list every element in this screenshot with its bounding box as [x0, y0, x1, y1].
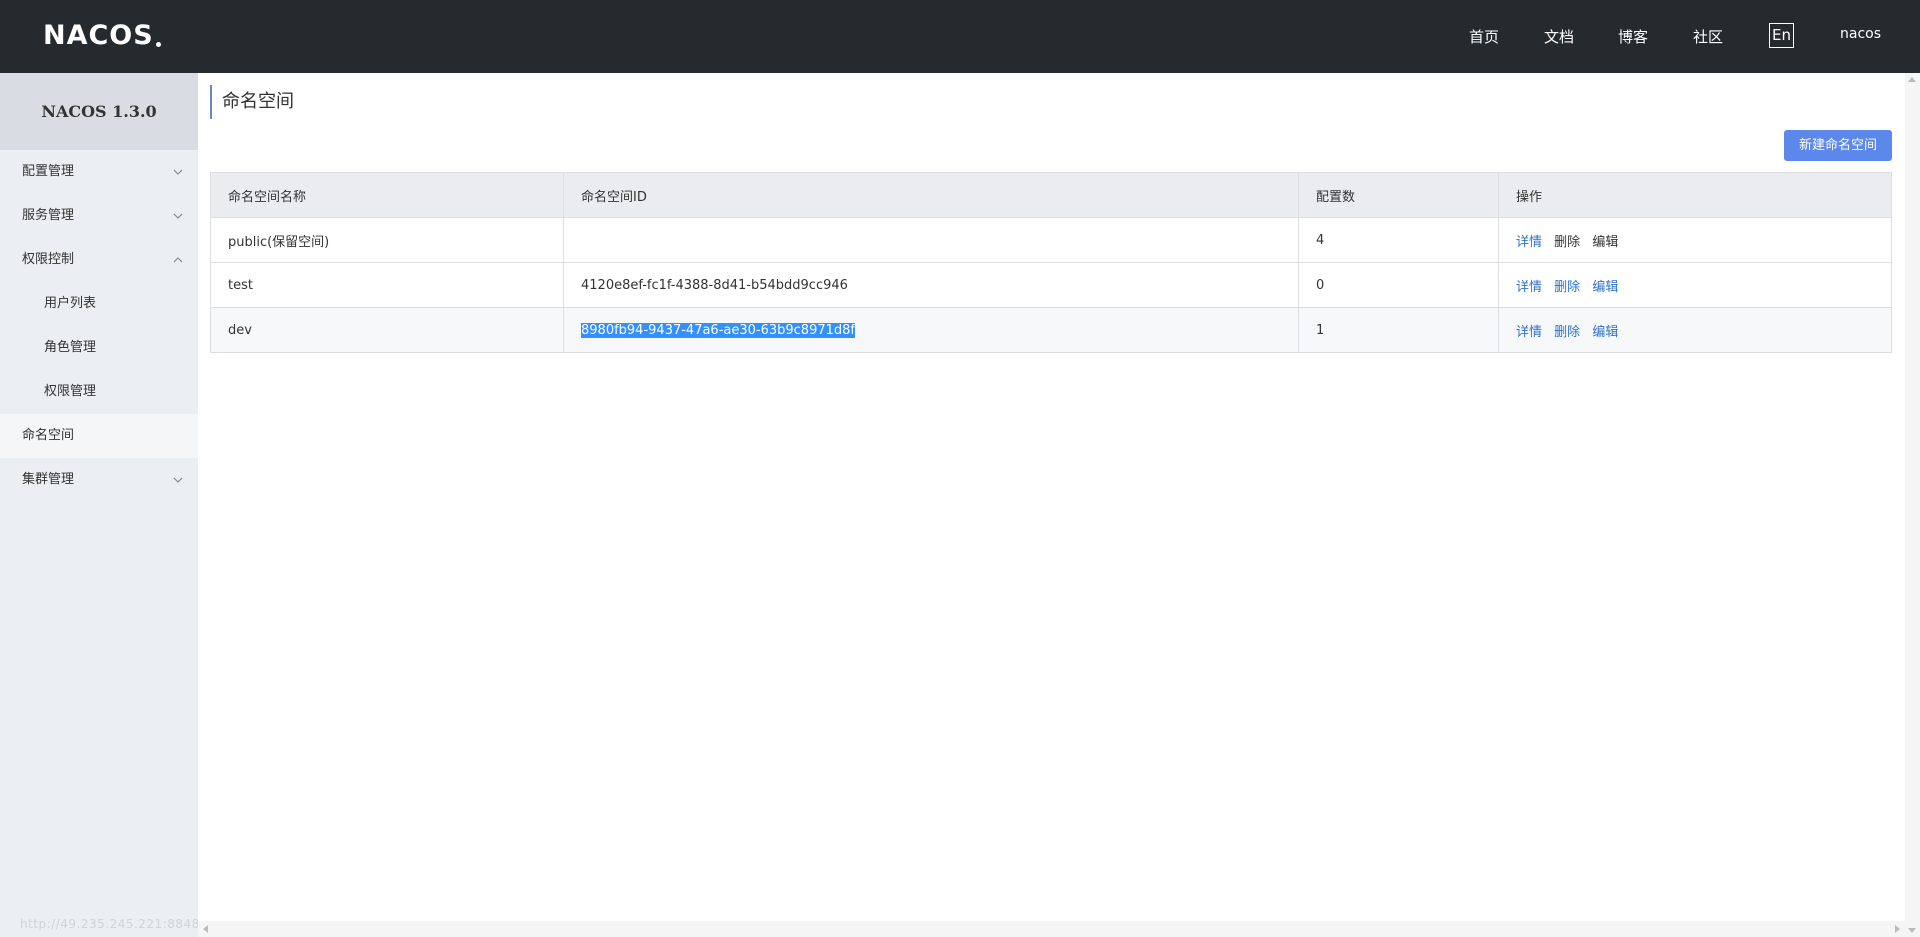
- nav-community[interactable]: 社区: [1693, 26, 1723, 47]
- scroll-up-arrow-icon[interactable]: [1908, 77, 1916, 82]
- sidebar-item-service-management[interactable]: 服务管理: [0, 194, 198, 238]
- namespace-name: public(保留空间): [210, 217, 564, 263]
- scroll-down-arrow-icon[interactable]: [1908, 928, 1916, 933]
- edit-link[interactable]: 编辑: [1592, 235, 1618, 250]
- namespace-id-cell: 8980fb94-9437-47a6-ae30-63b9c8971d8f: [563, 307, 1299, 353]
- chevron-down-icon: [170, 150, 186, 194]
- user-name[interactable]: nacos: [1840, 26, 1881, 42]
- chevron-up-icon: [170, 238, 186, 282]
- row-actions: 详情 删除 编辑: [1498, 262, 1892, 308]
- column-header-id: 命名空间ID: [563, 172, 1299, 218]
- sidebar-item-config-management[interactable]: 配置管理: [0, 150, 198, 194]
- sidebar-item-label: 用户列表: [44, 296, 97, 311]
- detail-link[interactable]: 详情: [1516, 235, 1542, 250]
- sidebar-item-cluster-management[interactable]: 集群管理: [0, 458, 198, 502]
- nav-blog[interactable]: 博客: [1618, 26, 1648, 47]
- config-count: 1: [1298, 307, 1499, 353]
- sidebar-item-label: 集群管理: [22, 472, 75, 487]
- config-count: 0: [1298, 262, 1499, 308]
- version-title: NACOS 1.3.0: [0, 73, 198, 150]
- edit-link[interactable]: 编辑: [1592, 325, 1618, 340]
- delete-link[interactable]: 删除: [1554, 280, 1580, 295]
- namespace-name: dev: [210, 307, 564, 353]
- language-toggle-button[interactable]: En: [1769, 23, 1794, 48]
- column-header-count: 配置数: [1298, 172, 1499, 218]
- table-row: dev 8980fb94-9437-47a6-ae30-63b9c8971d8f…: [210, 307, 1892, 353]
- delete-link[interactable]: 删除: [1554, 325, 1580, 340]
- delete-link[interactable]: 删除: [1554, 235, 1580, 250]
- vertical-scrollbar[interactable]: [1905, 73, 1920, 937]
- top-navbar: NACOS 首页 文档 博客 社区 En nacos: [0, 0, 1920, 73]
- nav-docs[interactable]: 文档: [1544, 26, 1574, 47]
- logo-text: NACOS: [43, 19, 154, 51]
- sidebar-item-label: 角色管理: [44, 340, 97, 355]
- sidebar-item-access-control[interactable]: 权限控制: [0, 238, 198, 282]
- column-header-name: 命名空间名称: [210, 172, 564, 218]
- detail-link[interactable]: 详情: [1516, 325, 1542, 340]
- logo-dot-icon: [155, 41, 161, 47]
- sidebar-item-label: 权限控制: [22, 252, 75, 267]
- scroll-right-arrow-icon[interactable]: [1895, 925, 1900, 933]
- sidebar-item-label: 配置管理: [22, 164, 75, 179]
- main-content: 命名空间 新建命名空间 命名空间名称 命名空间ID 配置数 操作 public(…: [198, 73, 1920, 937]
- sidebar-item-label: 服务管理: [22, 208, 75, 223]
- page-title: 命名空间: [210, 85, 294, 119]
- row-actions: 详情 删除 编辑: [1498, 217, 1892, 263]
- config-count: 4: [1298, 217, 1499, 263]
- row-actions: 详情 删除 编辑: [1498, 307, 1892, 353]
- table-row: test 4120e8ef-fc1f-4388-8d41-b54bdd9cc94…: [210, 262, 1892, 308]
- chevron-down-icon: [170, 458, 186, 502]
- namespace-table: 命名空间名称 命名空间ID 配置数 操作 public(保留空间) 4 详情 删…: [210, 172, 1892, 353]
- namespace-id: [563, 217, 1299, 263]
- scroll-left-arrow-icon[interactable]: [203, 925, 208, 933]
- horizontal-scrollbar[interactable]: [198, 921, 1905, 937]
- sidebar: NACOS 1.3.0 配置管理 服务管理 权限控制 用户列表 角色管理 权限管…: [0, 73, 246, 937]
- table-row: public(保留空间) 4 详情 删除 编辑: [210, 217, 1892, 263]
- sidebar-item-permission-management[interactable]: 权限管理: [0, 370, 198, 414]
- table-header-row: 命名空间名称 命名空间ID 配置数 操作: [210, 172, 1892, 218]
- column-header-actions: 操作: [1498, 172, 1892, 218]
- sidebar-item-role-management[interactable]: 角色管理: [0, 326, 198, 370]
- namespace-id[interactable]: 8980fb94-9437-47a6-ae30-63b9c8971d8f: [581, 322, 855, 338]
- sidebar-item-label: 权限管理: [44, 384, 97, 399]
- namespace-id: 4120e8ef-fc1f-4388-8d41-b54bdd9cc946: [563, 262, 1299, 308]
- sidebar-item-user-list[interactable]: 用户列表: [0, 282, 198, 326]
- namespace-name: test: [210, 262, 564, 308]
- edit-link[interactable]: 编辑: [1592, 280, 1618, 295]
- sidebar-item-label: 命名空间: [22, 428, 75, 443]
- detail-link[interactable]: 详情: [1516, 280, 1542, 295]
- nav-home[interactable]: 首页: [1469, 26, 1499, 47]
- sidebar-item-namespace[interactable]: 命名空间: [0, 414, 198, 458]
- nacos-logo[interactable]: NACOS: [43, 19, 161, 51]
- new-namespace-button[interactable]: 新建命名空间: [1784, 130, 1892, 161]
- chevron-down-icon: [170, 194, 186, 238]
